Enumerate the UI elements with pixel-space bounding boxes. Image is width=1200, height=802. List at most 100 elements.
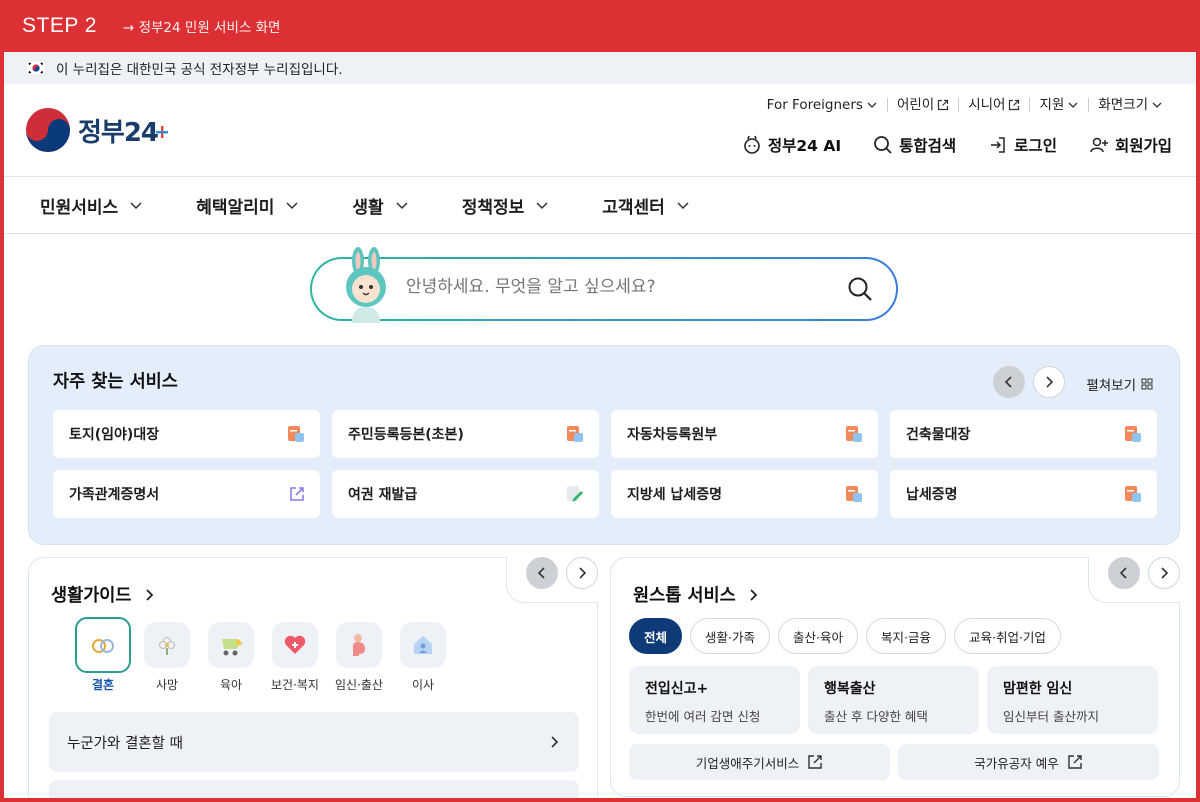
government-emblem-icon bbox=[26, 108, 70, 152]
gnb-policy-info[interactable]: 정책정보 bbox=[462, 193, 551, 218]
chevron-right-icon bbox=[145, 588, 153, 601]
chevron-down-icon bbox=[677, 202, 689, 210]
plus-mark-icon bbox=[156, 126, 169, 138]
frequent-services-panel: 자주 찾는 서비스 펼쳐보기 토지(임야)대장 주민등록등본(초본) 자동차등록… bbox=[28, 345, 1180, 545]
chip-birth-childcare[interactable]: 출산·육아 bbox=[778, 618, 858, 654]
document-icon bbox=[846, 486, 862, 502]
guide-row[interactable] bbox=[49, 780, 579, 798]
chevron-right-icon bbox=[750, 588, 757, 601]
chip-all[interactable]: 전체 bbox=[629, 618, 683, 654]
service-item[interactable]: 가족관계증명서 bbox=[53, 470, 320, 518]
onestop-service-card[interactable]: 전입신고+ 한번에 여러 감면 신청 bbox=[629, 666, 800, 734]
category-death[interactable]: 사망 bbox=[139, 622, 195, 693]
life-guide-card: 생활가이드 결혼 사망 육아 보건·복지 임신·출산 이사 누군가와 결혼할 때 bbox=[28, 557, 598, 798]
service-item[interactable]: 여권 재발급 bbox=[332, 470, 599, 518]
step-description: → 정부24 민원 서비스 화면 bbox=[122, 20, 281, 36]
chip-education-job-business[interactable]: 교육·취업·기업 bbox=[953, 618, 1061, 654]
onestop-card-desc: 임신부터 출산까지 bbox=[1003, 709, 1099, 724]
category-moving[interactable]: 이사 bbox=[395, 622, 451, 693]
life-guide-prev-button[interactable] bbox=[526, 557, 558, 589]
category-childcare[interactable]: 육아 bbox=[203, 622, 259, 693]
korea-flag-icon bbox=[25, 60, 47, 76]
onestop-title-text: 원스톱 서비스 bbox=[633, 586, 736, 606]
category-marriage[interactable]: 결혼 bbox=[75, 617, 131, 693]
guide-row[interactable]: 누군가와 결혼할 때 bbox=[49, 712, 579, 772]
chip-welfare-finance[interactable]: 복지·금융 bbox=[865, 618, 946, 654]
document-icon bbox=[846, 426, 862, 442]
gov24-ai-button[interactable]: 정부24 AI bbox=[742, 134, 841, 156]
onestop-service-card[interactable]: 맘편한 임신 임신부터 출산까지 bbox=[987, 666, 1158, 734]
veterans-honor-link[interactable]: 국가유공자 예우 bbox=[898, 744, 1159, 780]
category-label: 육아 bbox=[219, 678, 243, 692]
link-label: 기업생애주기서비스 bbox=[695, 755, 800, 771]
gnb-customer-center[interactable]: 고객센터 bbox=[602, 193, 691, 218]
util-senior[interactable]: 시니어 bbox=[958, 98, 1029, 112]
document-icon bbox=[288, 426, 304, 442]
site-header: 정부24 For Foreigners 어린이 시니어 지원 화면크기 정부24… bbox=[4, 84, 1196, 177]
gnb-label: 민원서비스 bbox=[40, 197, 119, 218]
rings-icon bbox=[75, 617, 131, 673]
login-button[interactable]: 로그인 bbox=[988, 134, 1057, 156]
gnb-benefit-alert[interactable]: 혜택알리미 bbox=[196, 193, 300, 218]
onestop-next-button[interactable] bbox=[1148, 557, 1180, 589]
category-pregnancy[interactable]: 임신·출산 bbox=[331, 622, 387, 693]
service-label: 건축물대장 bbox=[906, 427, 971, 443]
service-label: 가족관계증명서 bbox=[69, 487, 160, 503]
chevron-left-icon bbox=[1004, 376, 1012, 388]
service-item[interactable]: 건축물대장 bbox=[890, 410, 1157, 458]
pregnancy-icon bbox=[336, 622, 382, 668]
service-item[interactable]: 지방세 납세증명 bbox=[611, 470, 878, 518]
category-label: 사망 bbox=[155, 678, 179, 692]
site-logo[interactable]: 정부24 bbox=[24, 106, 169, 154]
house-icon bbox=[400, 622, 446, 668]
external-link-icon bbox=[1009, 99, 1020, 111]
search-icon[interactable] bbox=[846, 275, 874, 303]
onestop-card: 원스톱 서비스 전체 생활·가족 출산·육아 복지·금융 교육·취업·기업 전입… bbox=[610, 557, 1180, 797]
flower-icon bbox=[144, 622, 190, 668]
document-icon bbox=[1125, 486, 1141, 502]
service-item[interactable]: 자동차등록원부 bbox=[611, 410, 878, 458]
chevron-down-icon bbox=[396, 202, 408, 210]
util-for-foreigners[interactable]: For Foreigners bbox=[758, 98, 887, 112]
onestop-service-card[interactable]: 행복출산 출산 후 다양한 혜택 bbox=[808, 666, 979, 734]
onestop-title[interactable]: 원스톱 서비스 bbox=[633, 582, 760, 607]
main-utility-nav: 정부24 AI 통합검색 로그인 회원가입 bbox=[742, 134, 1172, 156]
category-health-welfare[interactable]: 보건·복지 bbox=[267, 622, 323, 693]
gnb-civil-service[interactable]: 민원서비스 bbox=[40, 193, 144, 218]
service-item[interactable]: 토지(임야)대장 bbox=[53, 410, 320, 458]
signup-button[interactable]: 회원가입 bbox=[1089, 134, 1172, 156]
gov-notice-text: 이 누리집은 대한민국 공식 전자정부 누리집입니다. bbox=[56, 62, 343, 78]
integrated-search-button[interactable]: 통합검색 bbox=[873, 134, 956, 156]
onestop-card-desc: 한번에 여러 감면 신청 bbox=[645, 709, 761, 724]
life-guide-next-button[interactable] bbox=[566, 557, 598, 589]
page-frame: STEP 2 → 정부24 민원 서비스 화면 이 누리집은 대한민국 공식 전… bbox=[0, 0, 1200, 802]
service-item[interactable]: 주민등록등본(초본) bbox=[332, 410, 599, 458]
onestop-prev-button[interactable] bbox=[1108, 557, 1140, 589]
main-util-label: 회원가입 bbox=[1114, 137, 1172, 155]
chevron-down-icon bbox=[536, 202, 548, 210]
util-label: For Foreigners bbox=[766, 97, 863, 113]
heart-icon bbox=[272, 622, 318, 668]
life-guide-title[interactable]: 생활가이드 bbox=[51, 582, 156, 607]
service-item[interactable]: 납세증명 bbox=[890, 470, 1157, 518]
grid-icon bbox=[1141, 378, 1153, 390]
expand-button[interactable]: 펼쳐보기 bbox=[1086, 374, 1153, 394]
utility-nav: For Foreigners 어린이 시니어 지원 화면크기 bbox=[758, 98, 1172, 112]
prev-button[interactable] bbox=[993, 366, 1025, 398]
category-label: 이사 bbox=[411, 678, 435, 692]
main-content: 자주 찾는 서비스 펼쳐보기 토지(임야)대장 주민등록등본(초본) 자동차등록… bbox=[4, 234, 1196, 798]
chevron-down-icon bbox=[286, 202, 298, 210]
category-label: 임신·출산 bbox=[335, 678, 383, 692]
gnb-life[interactable]: 생활 bbox=[352, 193, 409, 218]
frequent-services-grid: 토지(임야)대장 주민등록등본(초본) 자동차등록원부 건축물대장 가족관계증명… bbox=[53, 410, 1157, 518]
chip-life-family[interactable]: 생활·가족 bbox=[690, 618, 770, 654]
gnb-label: 정책정보 bbox=[461, 197, 525, 218]
search-input[interactable] bbox=[406, 277, 826, 297]
util-screen-size[interactable]: 화면크기 bbox=[1088, 98, 1172, 112]
chevron-right-icon bbox=[551, 736, 559, 748]
business-lifecycle-link[interactable]: 기업생애주기서비스 bbox=[629, 744, 890, 780]
chevron-down-icon bbox=[867, 102, 877, 108]
util-support[interactable]: 지원 bbox=[1029, 98, 1088, 112]
next-button[interactable] bbox=[1033, 366, 1065, 398]
util-kids[interactable]: 어린이 bbox=[886, 98, 958, 112]
